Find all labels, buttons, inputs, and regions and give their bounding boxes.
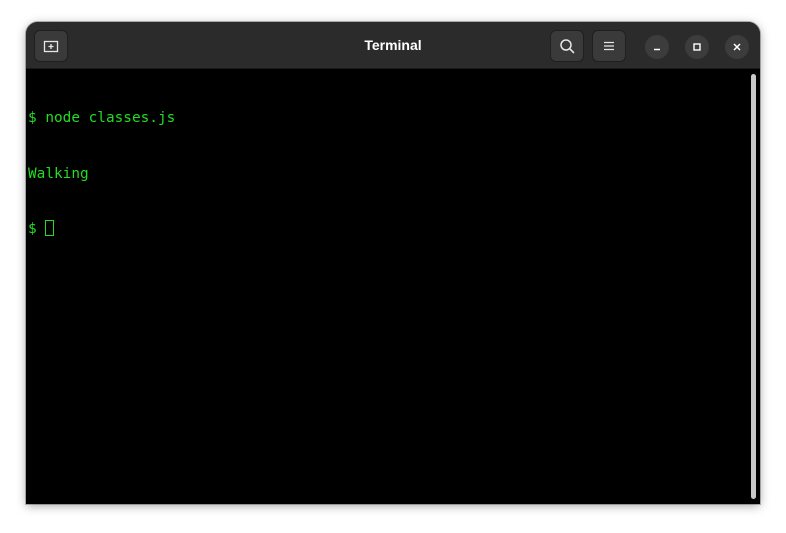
- scrollbar-thumb[interactable]: [751, 74, 756, 499]
- new-tab-icon: [43, 40, 59, 53]
- header-bar: Terminal: [26, 22, 760, 69]
- search-button[interactable]: [550, 30, 584, 62]
- close-button[interactable]: [725, 35, 749, 59]
- output-line: Walking: [28, 165, 89, 182]
- command-line: $ node classes.js: [28, 110, 176, 126]
- maximize-icon: [693, 43, 701, 51]
- minimize-icon: [654, 48, 660, 51]
- maximize-button[interactable]: [685, 35, 709, 59]
- prompt-line: $: [28, 221, 46, 237]
- menu-button[interactable]: [592, 30, 626, 62]
- minimize-button[interactable]: [645, 35, 669, 59]
- hamburger-menu-icon: [604, 41, 614, 51]
- terminal-line: $ node classes.js: [28, 109, 748, 128]
- terminal-line: Walking: [28, 165, 748, 184]
- scrollbar[interactable]: [748, 69, 760, 504]
- terminal-output[interactable]: $ node classes.js Walking $: [26, 69, 748, 504]
- new-tab-button[interactable]: [34, 30, 68, 62]
- terminal-window: Terminal $ node classes.js Walking $: [26, 22, 760, 504]
- terminal-line: $: [28, 220, 748, 239]
- search-icon: [560, 39, 575, 54]
- close-icon: [733, 43, 741, 51]
- text-cursor: [45, 220, 55, 236]
